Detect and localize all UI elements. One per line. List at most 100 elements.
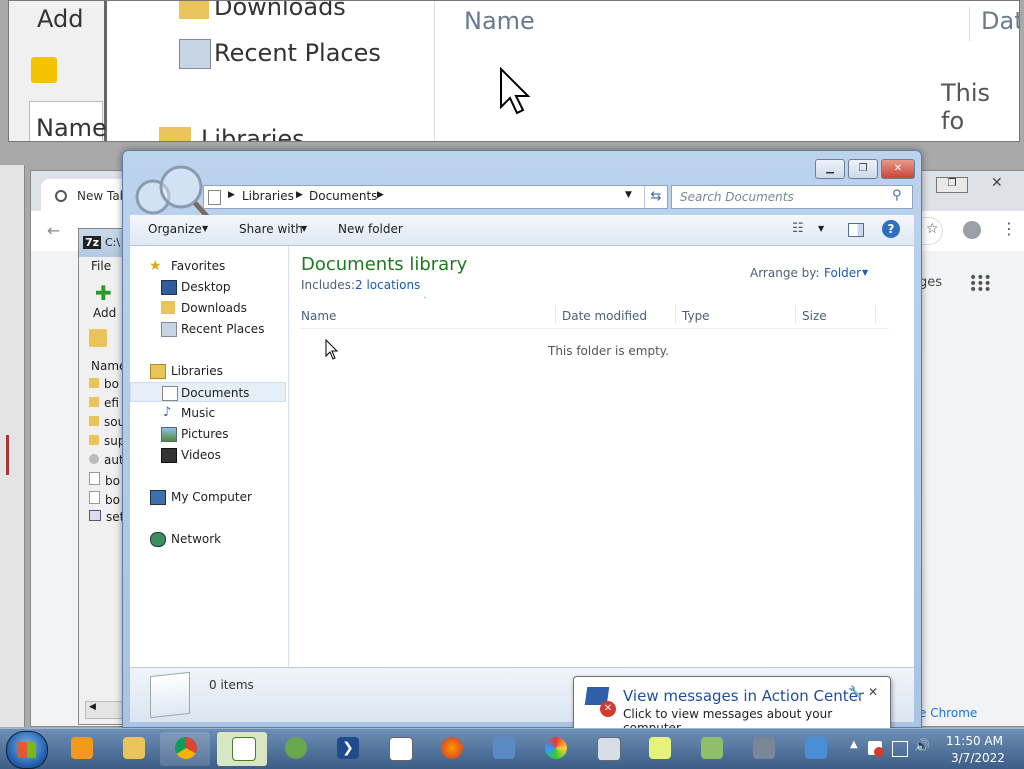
- 7zip-add-button[interactable]: Add: [93, 306, 116, 320]
- nav-videos[interactable]: Videos: [130, 445, 288, 465]
- taskbar-remote-desktop[interactable]: [478, 732, 528, 766]
- column-divider[interactable]: [875, 305, 876, 323]
- chrome-restore-button[interactable]: ❐: [936, 177, 968, 193]
- nav-favorites[interactable]: ★ Favorites: [130, 256, 288, 276]
- clock-time[interactable]: 11:50 AM: [946, 734, 1003, 748]
- file-name: bo: [105, 493, 120, 507]
- taskbar-firefox[interactable]: [426, 732, 476, 766]
- file-name: efi: [104, 396, 119, 410]
- new-folder-button[interactable]: New folder: [338, 222, 403, 236]
- taskbar-gpu-app[interactable]: [270, 732, 320, 766]
- chrome-gmail-link[interactable]: ges: [919, 275, 942, 290]
- search-documents-input[interactable]: Search Documents ⚲: [671, 185, 913, 209]
- media-player-icon: [71, 737, 93, 759]
- taskbar-solitaire[interactable]: [374, 732, 424, 766]
- taskbar-media-player[interactable]: [56, 732, 106, 766]
- column-divider[interactable]: [555, 305, 556, 323]
- action-center-balloon[interactable]: ✕ View messages in Action Center Click t…: [573, 676, 891, 735]
- library-icon: [208, 190, 221, 205]
- column-divider[interactable]: [795, 305, 796, 323]
- volume-icon[interactable]: 🔊: [914, 739, 930, 754]
- change-view-icon[interactable]: ☷: [792, 221, 804, 236]
- up-folder-icon[interactable]: [89, 329, 107, 347]
- taskbar-plot-app[interactable]: [217, 732, 267, 766]
- apps-grid-icon[interactable]: ••• ••• •••: [969, 271, 992, 297]
- taskbar-paint[interactable]: [530, 732, 580, 766]
- nav-network[interactable]: Network: [130, 529, 288, 549]
- nav-libraries[interactable]: Libraries: [130, 361, 288, 381]
- address-bar[interactable]: ▶ Libraries ▶ Documents ▶ ▼ ⇆: [203, 185, 668, 209]
- taskbar-document-app[interactable]: [686, 732, 736, 766]
- chrome-icon: [55, 190, 67, 202]
- nav-label: Downloads: [181, 301, 247, 315]
- taskbar-explorer[interactable]: [108, 732, 158, 766]
- breadcrumb-documents[interactable]: Documents: [309, 189, 377, 203]
- network-tray-icon[interactable]: [892, 741, 908, 757]
- chrome-close-icon[interactable]: ✕: [991, 175, 1003, 191]
- zoom-downloads: Downloads: [214, 0, 346, 21]
- help-icon[interactable]: ?: [882, 220, 900, 238]
- chevron-down-icon: ▼: [202, 224, 209, 233]
- zoom-empty-text: This fo: [941, 79, 991, 135]
- up-folder-icon: [31, 57, 57, 83]
- back-arrow-icon[interactable]: ←: [47, 221, 60, 240]
- balloon-title[interactable]: View messages in Action Center: [623, 687, 864, 705]
- start-button[interactable]: [6, 731, 48, 769]
- breadcrumb-arrow-icon[interactable]: ▶: [377, 190, 384, 200]
- 7zip-title: C:\: [105, 236, 121, 249]
- balloon-close-icon[interactable]: ✕: [868, 685, 878, 699]
- share-with-button[interactable]: Share with: [239, 222, 303, 236]
- breadcrumb-libraries[interactable]: Libraries: [242, 189, 294, 203]
- arrange-by-dropdown[interactable]: Folder: [824, 266, 861, 280]
- preview-pane-icon[interactable]: [848, 223, 864, 237]
- chrome-promo-link[interactable]: e Chrome: [919, 706, 977, 720]
- taskbar-powershell[interactable]: ❯: [322, 732, 372, 766]
- nav-my-computer[interactable]: My Computer: [130, 487, 288, 507]
- includes-locations-link[interactable]: 2 locations: [355, 278, 420, 292]
- chrome-menu-icon[interactable]: ⋮: [1001, 219, 1017, 238]
- taskbar-chrome[interactable]: [160, 732, 210, 766]
- nav-recent-places[interactable]: Recent Places: [130, 319, 288, 339]
- taskbar-calculator[interactable]: [582, 732, 632, 766]
- nav-documents[interactable]: Documents: [130, 382, 286, 402]
- show-hidden-icons[interactable]: ▲: [850, 739, 858, 750]
- nav-downloads[interactable]: Downloads: [130, 298, 288, 318]
- search-icon[interactable]: ⚲: [892, 188, 902, 203]
- cursor-icon: [325, 339, 339, 360]
- profile-icon[interactable]: [963, 221, 981, 239]
- close-button[interactable]: ✕: [881, 159, 915, 179]
- 7zip-menu-file[interactable]: File: [91, 259, 111, 273]
- column-type[interactable]: Type: [682, 309, 710, 323]
- taskbar-sticky-notes[interactable]: [634, 732, 684, 766]
- refresh-icon[interactable]: ⇆: [644, 186, 667, 208]
- wrench-icon[interactable]: 🔧: [848, 685, 862, 698]
- organize-button[interactable]: Organize: [148, 222, 202, 236]
- empty-folder-message: This folder is empty.: [548, 344, 669, 358]
- zoom-7zip-panel: Add Name: [9, 1, 107, 141]
- taskbar-security-app[interactable]: [738, 732, 788, 766]
- action-center-tray-icon[interactable]: [868, 741, 884, 757]
- add-plus-icon[interactable]: ✚: [95, 281, 112, 305]
- address-dropdown-icon[interactable]: ▼: [625, 190, 632, 200]
- breadcrumb-arrow-icon[interactable]: ▶: [228, 190, 235, 200]
- nav-label: Network: [171, 532, 222, 546]
- taskbar-control-panel[interactable]: [790, 732, 840, 766]
- column-name[interactable]: Name: [301, 309, 336, 323]
- nav-music[interactable]: ♪ Music: [130, 403, 288, 423]
- column-date-modified[interactable]: Date modified: [562, 309, 647, 323]
- nav-pictures[interactable]: Pictures: [130, 424, 288, 444]
- file-list-pane[interactable]: Documents library Includes: 2 locations …: [289, 246, 914, 667]
- minimize-button[interactable]: ▁: [815, 159, 845, 179]
- column-size[interactable]: Size: [802, 309, 827, 323]
- nav-label: My Computer: [171, 490, 252, 504]
- view-options-icon[interactable]: ▼: [818, 224, 824, 233]
- zoom-add-label: Add: [37, 5, 84, 33]
- nav-desktop[interactable]: Desktop: [130, 277, 288, 297]
- scroll-left-icon[interactable]: ◀: [89, 702, 96, 712]
- breadcrumb-arrow-icon[interactable]: ▶: [296, 190, 303, 200]
- chevron-down-icon: ▼: [301, 224, 308, 233]
- column-divider[interactable]: [675, 305, 676, 323]
- star-icon[interactable]: ☆: [926, 221, 939, 237]
- maximize-button[interactable]: ❐: [848, 159, 878, 179]
- clock-date[interactable]: 3/7/2022: [951, 751, 1005, 765]
